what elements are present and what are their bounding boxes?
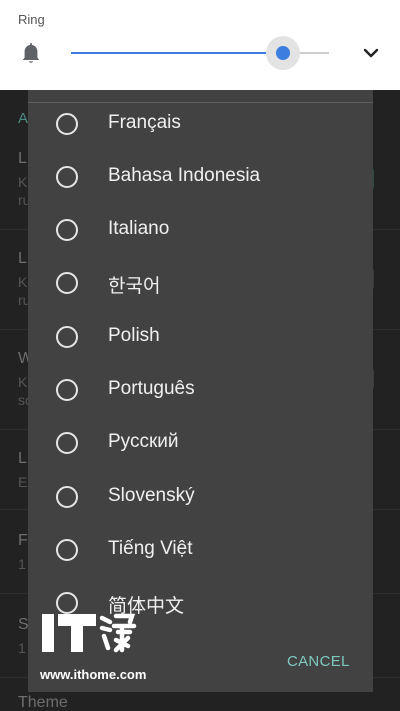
settings-row-summary: K — [18, 374, 28, 390]
radio-button[interactable] — [56, 219, 78, 241]
language-option[interactable]: Bahasa Indonesia — [28, 151, 373, 204]
language-option[interactable]: Tiếng Việt — [28, 524, 373, 577]
settings-row-title: F — [18, 532, 28, 549]
settings-section-header: A — [18, 110, 29, 127]
radio-button[interactable] — [56, 379, 78, 401]
language-option-label: Polish — [108, 325, 160, 346]
volume-slider-thumb[interactable] — [275, 46, 290, 60]
ithome-watermark: www.ithome.com — [36, 610, 176, 690]
language-option[interactable]: Slovenský — [28, 471, 373, 524]
ithome-logo — [42, 613, 137, 653]
watermark-url: www.ithome.com — [40, 667, 147, 682]
chevron-down-icon[interactable] — [360, 42, 382, 64]
language-option[interactable]: 한국어 — [28, 257, 373, 310]
settings-row-summary: 1 — [18, 640, 26, 656]
language-option-label: Français — [108, 112, 181, 133]
cancel-button[interactable]: CANCEL — [287, 653, 350, 670]
radio-button[interactable] — [56, 166, 78, 188]
language-option[interactable]: Polish — [28, 311, 373, 364]
theme-setting-title: Theme — [18, 694, 68, 711]
settings-row-title: L — [18, 450, 27, 467]
settings-row-title: L — [18, 150, 27, 167]
volume-panel: Ring — [0, 0, 400, 90]
language-option-label: Português — [108, 378, 195, 399]
language-option-label: 한국어 — [108, 276, 161, 297]
language-option-label: Tiếng Việt — [108, 538, 193, 559]
language-option[interactable]: Français — [28, 98, 373, 151]
radio-button[interactable] — [56, 272, 78, 294]
settings-row-summary: E — [18, 474, 28, 490]
settings-row-title: L — [18, 250, 27, 267]
bell-icon[interactable] — [20, 42, 42, 66]
dialog-title-clipped — [158, 90, 248, 94]
volume-slider[interactable] — [71, 36, 329, 70]
radio-button[interactable] — [56, 326, 78, 348]
language-option[interactable]: Italiano — [28, 204, 373, 257]
language-option-label: Русский — [108, 431, 179, 452]
radio-button[interactable] — [56, 486, 78, 508]
radio-button[interactable] — [56, 539, 78, 561]
settings-row-summary: 1 — [18, 556, 26, 572]
volume-stream-label: Ring — [18, 12, 45, 27]
language-dialog: Français Bahasa Indonesia Italiano 한국어 P… — [28, 90, 373, 692]
language-option-label: Slovenský — [108, 485, 195, 506]
language-option-label: Bahasa Indonesia — [108, 165, 261, 186]
settings-row-summary: K — [18, 274, 28, 290]
language-option-label: Italiano — [108, 218, 170, 239]
radio-button[interactable] — [56, 113, 78, 135]
settings-row-summary: K — [18, 174, 28, 190]
language-option[interactable]: Português — [28, 364, 373, 417]
volume-slider-fill — [71, 52, 283, 54]
radio-button[interactable] — [56, 432, 78, 454]
language-option[interactable]: Русский — [28, 417, 373, 470]
